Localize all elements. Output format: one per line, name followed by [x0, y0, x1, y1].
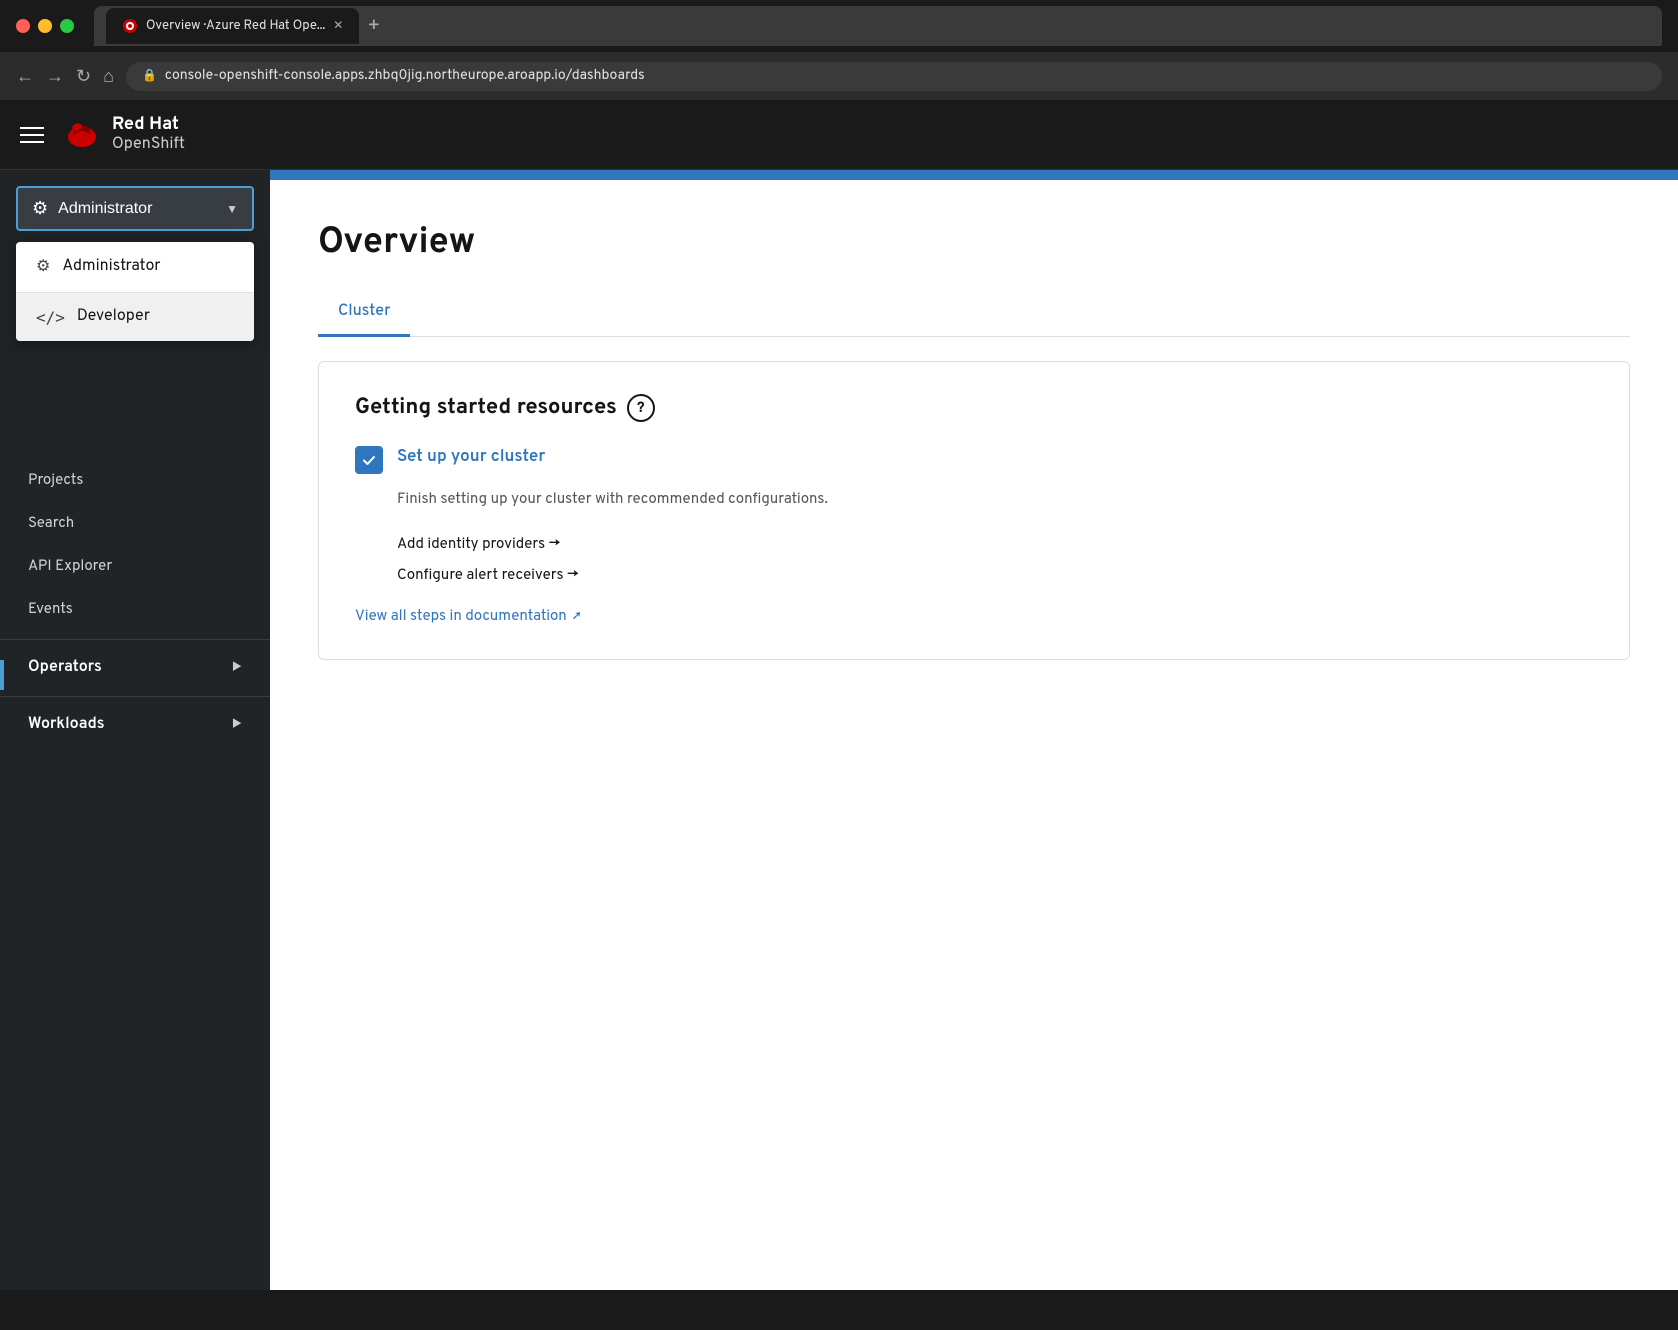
perspective-switcher: ⚙ Administrator ▼ [0, 170, 270, 231]
browser-nav: ← → ↻ ⌂ 🔒 console-openshift-console.apps… [0, 52, 1678, 100]
nav-active-bar [0, 660, 4, 690]
chevron-down-icon: ▼ [226, 202, 238, 216]
dropdown-item-developer[interactable]: </> Developer [16, 293, 254, 341]
api-explorer-label: API Explorer [28, 557, 242, 576]
card-title-text: Getting started resources [355, 395, 617, 422]
brand: Red Hat OpenShift [64, 114, 185, 155]
tab-close-icon[interactable]: ✕ [333, 18, 343, 34]
minimize-button[interactable] [38, 19, 52, 33]
traffic-lights [16, 19, 74, 33]
search-label: Search [28, 514, 242, 533]
doc-link[interactable]: View all steps in documentation ↗ [355, 607, 581, 626]
setup-desc: Finish setting up your cluster with reco… [355, 490, 1593, 509]
card-title: Getting started resources ? [355, 394, 1593, 422]
events-label: Events [28, 600, 242, 619]
tab-cluster[interactable]: Cluster [318, 290, 410, 337]
sidebar: ⚙ Administrator ▼ ⚙ Administrator </> De… [0, 170, 270, 1290]
action-link-identity[interactable]: Add identity providers → [355, 529, 1593, 560]
address-text: console-openshift-console.apps.zhbq0jig.… [165, 68, 645, 85]
nav-section: Projects Search API Explorer Events [0, 451, 270, 639]
back-button[interactable]: ← [16, 66, 34, 87]
browser-tab[interactable]: Overview · Azure Red Hat Ope... ✕ [106, 8, 359, 44]
dropdown-developer-label: Developer [77, 307, 150, 327]
workloads-chevron-right-icon: ▶ [232, 717, 242, 734]
operators-chevron-right-icon: ▶ [232, 660, 242, 677]
redhat-logo [64, 117, 100, 153]
perspective-button[interactable]: ⚙ Administrator ▼ [16, 186, 254, 231]
brand-text: Red Hat OpenShift [112, 114, 185, 155]
brand-sub: OpenShift [112, 136, 185, 155]
help-icon[interactable]: ? [627, 394, 655, 422]
workloads-label: Workloads [28, 715, 105, 735]
content: Overview Cluster Getting started resourc… [270, 170, 1678, 1290]
workloads-group-header[interactable]: Workloads ▶ [0, 697, 270, 753]
nav-group-operators: Operators ▶ [0, 639, 270, 696]
dropdown-admin-label: Administrator [62, 257, 160, 277]
admin-icon: ⚙ [36, 256, 50, 278]
setup-cluster-link[interactable]: Set up your cluster [397, 446, 545, 468]
hamburger-menu[interactable] [20, 127, 44, 143]
doc-link-text: View all steps in documentation [355, 607, 567, 626]
address-bar[interactable]: 🔒 console-openshift-console.apps.zhbq0ji… [126, 62, 1662, 91]
tab-title: Overview · Azure Red Hat Ope... [146, 18, 325, 34]
main-layout: ⚙ Administrator ▼ ⚙ Administrator </> De… [0, 170, 1678, 1290]
getting-started-card: Getting started resources ? Set up your … [318, 361, 1630, 660]
sidebar-item-events[interactable]: Events [0, 588, 270, 631]
sidebar-item-projects[interactable]: Projects [0, 459, 270, 502]
browser-chrome: Overview · Azure Red Hat Ope... ✕ + ← → … [0, 0, 1678, 100]
app-header: Red Hat OpenShift [0, 100, 1678, 170]
lock-icon: 🔒 [142, 68, 157, 84]
brand-name: Red Hat [112, 114, 185, 136]
operators-group-header[interactable]: Operators ▶ [0, 640, 270, 696]
new-tab-button[interactable]: + [367, 13, 380, 39]
developer-icon: </> [36, 308, 65, 327]
action-link-alerts[interactable]: Configure alert receivers → [355, 560, 1593, 591]
tab-favicon [122, 18, 138, 34]
perspective-label: Administrator [58, 200, 216, 218]
content-header-bar [270, 170, 1678, 180]
perspective-dropdown: ⚙ Administrator </> Developer [16, 242, 254, 341]
nav-group-workloads: Workloads ▶ [0, 696, 270, 753]
home-button[interactable]: ⌂ [103, 66, 114, 87]
sidebar-item-search[interactable]: Search [0, 502, 270, 545]
check-icon [355, 446, 383, 474]
content-body: Overview Cluster Getting started resourc… [270, 180, 1678, 1290]
projects-label: Projects [28, 471, 242, 490]
tabs: Cluster [318, 290, 1630, 337]
forward-button[interactable]: → [46, 66, 64, 87]
cluster-setup-row: Set up your cluster [355, 446, 1593, 474]
close-button[interactable] [16, 19, 30, 33]
dropdown-item-administrator[interactable]: ⚙ Administrator [16, 242, 254, 292]
sidebar-item-api-explorer[interactable]: API Explorer [0, 545, 270, 588]
page-title: Overview [318, 220, 1630, 266]
external-link-icon: ↗ [573, 609, 581, 625]
refresh-button[interactable]: ↻ [76, 66, 91, 87]
app: Red Hat OpenShift ⚙ Administrator ▼ ⚙ Ad… [0, 100, 1678, 1290]
perspective-icon: ⚙ [32, 198, 48, 219]
operators-label: Operators [28, 658, 102, 678]
maximize-button[interactable] [60, 19, 74, 33]
